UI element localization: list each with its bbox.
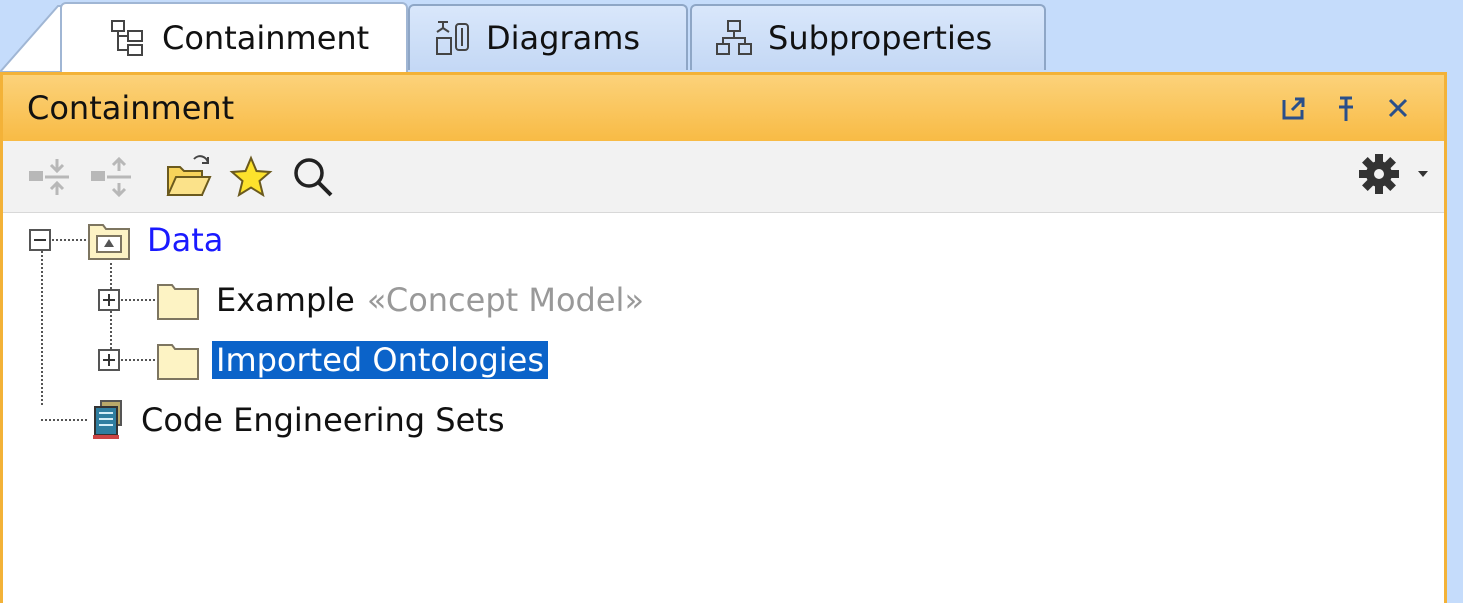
undock-icon[interactable] (1278, 92, 1310, 124)
tab-label: Diagrams (486, 19, 641, 57)
package-icon (88, 224, 130, 260)
open-folder-button[interactable] (163, 151, 215, 203)
collapse-toggle[interactable] (29, 229, 51, 251)
pin-icon[interactable] (1330, 92, 1362, 124)
tree-node-label: Data (147, 221, 224, 259)
panel-title: Containment (27, 89, 235, 127)
code-engineering-sets-icon (93, 400, 122, 439)
tab-subproperties[interactable]: Subproperties (690, 4, 1046, 70)
expand-toggle[interactable] (98, 349, 120, 371)
collapse-all-button[interactable] (23, 151, 75, 203)
tree-node-imported-ontologies[interactable]: Imported Ontologies (98, 333, 548, 387)
search-button[interactable] (287, 151, 339, 203)
tree-node-example[interactable]: Example «Concept Model» (98, 273, 644, 327)
folder-icon (157, 284, 199, 320)
tree-node-label: Code Engineering Sets (141, 401, 505, 439)
tree-node-code-engineering-sets[interactable]: Code Engineering Sets (87, 393, 504, 447)
toolbar-right (1356, 151, 1430, 197)
panel-toolbar (3, 141, 1444, 213)
tree-node-label: Imported Ontologies (212, 341, 548, 379)
tab-label: Subproperties (768, 19, 993, 57)
stereotype-label: «Concept Model» (366, 281, 645, 319)
tree-connector (41, 251, 43, 405)
tab-diagrams[interactable]: Diagrams (408, 4, 688, 70)
containment-tree: Data Example «Concept Model» Imported On… (3, 213, 1444, 603)
panel-header-controls (1278, 92, 1414, 124)
folder-icon (157, 344, 199, 380)
tab-label: Containment (162, 19, 370, 57)
containment-tree-icon (111, 20, 143, 56)
close-icon[interactable] (1382, 92, 1414, 124)
tree-node-label: Example (216, 281, 355, 319)
expand-toggle[interactable] (98, 289, 120, 311)
diagram-icon (436, 21, 469, 55)
collapse-all-icon (29, 158, 69, 195)
containment-panel: Containment Data Example «Concept Model»… (0, 72, 1447, 603)
settings-gear-icon[interactable] (1356, 151, 1402, 197)
tab-bar: Containment Diagrams Subproperties (0, 0, 1463, 72)
favorites-button[interactable] (225, 151, 277, 203)
tree-connector (41, 419, 87, 421)
search-icon (294, 157, 333, 196)
favorites-star-icon (229, 154, 273, 197)
panel-header: Containment (3, 75, 1444, 141)
expand-all-icon (91, 156, 131, 197)
tab-containment[interactable]: Containment (60, 2, 408, 72)
open-folder-icon (166, 154, 212, 196)
tree-node-data[interactable]: Data (29, 213, 223, 267)
hierarchy-icon (716, 20, 752, 55)
expand-all-button[interactable] (85, 151, 137, 203)
dropdown-arrow-icon[interactable] (1416, 167, 1430, 181)
